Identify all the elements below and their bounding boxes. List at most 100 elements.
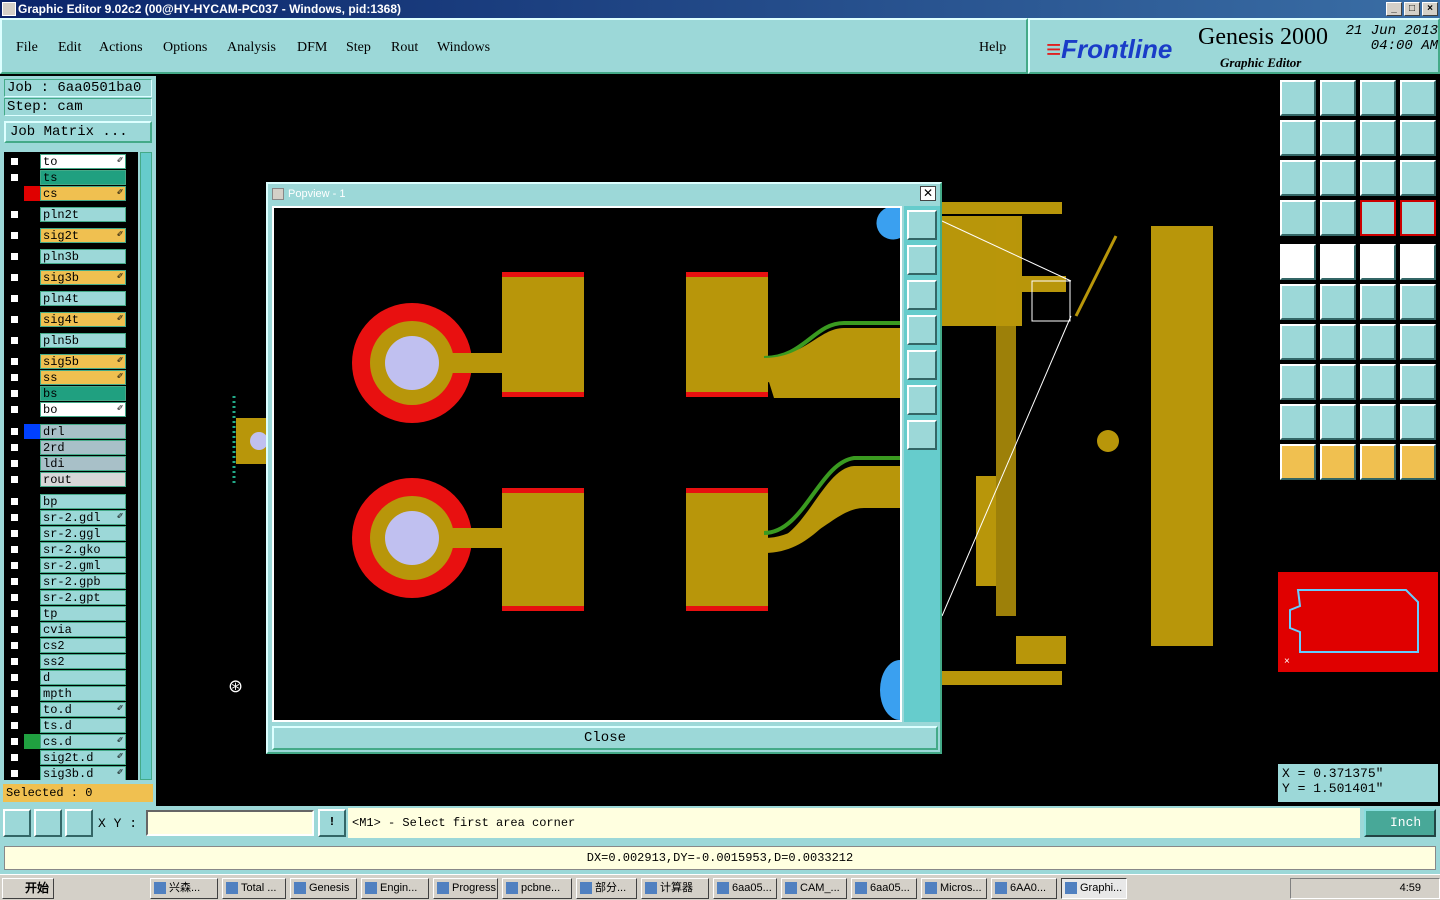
layer-row[interactable]: to ✐ [4, 154, 128, 169]
taskbar-item[interactable]: Total ... [222, 878, 286, 899]
tool-button-r9c2-icon[interactable] [1320, 404, 1356, 440]
tool-button-r7c2-icon[interactable] [1320, 324, 1356, 360]
popview-tool-1-icon[interactable] [907, 210, 937, 240]
menu-options[interactable]: Options [163, 40, 207, 56]
tool-button-r2c3-icon[interactable] [1360, 120, 1396, 156]
layer-checkbox[interactable] [9, 251, 20, 262]
layer-name[interactable]: sig2t.d ✐ [40, 750, 126, 765]
layer-checkbox[interactable] [9, 426, 20, 437]
layer-row[interactable]: ts.d [4, 718, 128, 733]
menu-rout[interactable]: Rout [391, 40, 418, 56]
tool-button-r7c4-icon[interactable] [1400, 324, 1436, 360]
layer-checkbox[interactable] [9, 496, 20, 507]
layer-row[interactable]: sr-2.gpb [4, 574, 128, 589]
layer-checkbox[interactable] [9, 356, 20, 367]
tool-button-r5c3-icon[interactable] [1360, 244, 1396, 280]
layer-checkbox[interactable] [9, 736, 20, 747]
grid-mode-icon[interactable] [65, 809, 93, 837]
tool-button-r9c3-icon[interactable] [1360, 404, 1396, 440]
minimize-button[interactable]: _ [1386, 2, 1402, 16]
layer-checkbox[interactable] [9, 188, 20, 199]
taskbar-item[interactable]: pcbne... [502, 878, 572, 899]
layer-row[interactable]: d [4, 670, 128, 685]
layer-color-swatch[interactable] [24, 386, 40, 401]
tool-button-r4c3-icon[interactable] [1360, 200, 1396, 236]
layer-checkbox[interactable] [9, 272, 20, 283]
layer-checkbox[interactable] [9, 720, 20, 731]
tool-button-r8c3-icon[interactable] [1360, 364, 1396, 400]
layer-color-swatch[interactable] [24, 249, 40, 264]
popview-canvas[interactable] [272, 206, 902, 722]
tool-button-r8c2-icon[interactable] [1320, 364, 1356, 400]
layer-checkbox[interactable] [9, 592, 20, 603]
layer-checkbox[interactable] [9, 458, 20, 469]
layer-color-swatch[interactable] [24, 333, 40, 348]
layer-name[interactable]: bp [40, 494, 126, 509]
maximize-button[interactable]: □ [1404, 2, 1420, 16]
layer-color-swatch[interactable] [24, 402, 40, 417]
tool-button-r3c4-icon[interactable] [1400, 160, 1436, 196]
layer-checkbox[interactable] [9, 544, 20, 555]
popview-pan-icon[interactable] [907, 420, 937, 450]
taskbar-item[interactable]: Genesis [290, 878, 357, 899]
layer-color-swatch[interactable] [24, 702, 40, 717]
layer-name[interactable]: cs2 [40, 638, 126, 653]
job-matrix-button[interactable]: Job Matrix ... [4, 121, 152, 143]
layer-checkbox[interactable] [9, 656, 20, 667]
layer-checkbox[interactable] [9, 314, 20, 325]
layer-color-swatch[interactable] [24, 510, 40, 525]
layer-name[interactable]: ldi [40, 456, 126, 471]
layer-name[interactable]: rout [40, 472, 126, 487]
layer-color-swatch[interactable] [24, 494, 40, 509]
layer-color-swatch[interactable] [24, 590, 40, 605]
layer-color-swatch[interactable] [24, 456, 40, 471]
layer-row[interactable]: tp [4, 606, 128, 621]
layer-color-swatch[interactable] [24, 766, 40, 780]
layer-row[interactable]: pln5b [4, 333, 128, 348]
layer-checkbox[interactable] [9, 293, 20, 304]
layer-color-swatch[interactable] [24, 558, 40, 573]
close-window-button[interactable]: × [1422, 2, 1438, 16]
popview-tool-3-icon[interactable] [907, 280, 937, 310]
tool-button-r10c1-icon[interactable] [1280, 444, 1316, 480]
layer-color-swatch[interactable] [24, 228, 40, 243]
layer-row[interactable]: drl [4, 424, 128, 439]
layer-checkbox[interactable] [9, 442, 20, 453]
layer-checkbox[interactable] [9, 624, 20, 635]
layer-name[interactable]: sr-2.gpt [40, 590, 126, 605]
layer-name[interactable]: drl [40, 424, 126, 439]
tool-button-r2c2-icon[interactable] [1320, 120, 1356, 156]
popview-close-button[interactable]: Close [272, 726, 938, 750]
taskbar-item[interactable]: CAM_... [781, 878, 847, 899]
layer-checkbox[interactable] [9, 688, 20, 699]
layer-row[interactable]: sig4t ✐ [4, 312, 128, 327]
layer-row[interactable]: pln3b [4, 249, 128, 264]
popview-tool-4-icon[interactable] [907, 315, 937, 345]
layer-checkbox[interactable] [9, 608, 20, 619]
layer-name[interactable]: pln4t [40, 291, 126, 306]
layer-name[interactable]: pln2t [40, 207, 126, 222]
layer-row[interactable]: pln4t [4, 291, 128, 306]
tool-button-r6c1-icon[interactable] [1280, 284, 1316, 320]
layer-list-scrollbar[interactable] [140, 152, 152, 780]
layer-color-swatch[interactable] [24, 354, 40, 369]
layer-checkbox[interactable] [9, 512, 20, 523]
layer-color-swatch[interactable] [24, 170, 40, 185]
layer-row[interactable]: rout [4, 472, 128, 487]
layer-name[interactable]: cs ✐ [40, 186, 126, 201]
tool-button-r2c1-icon[interactable] [1280, 120, 1316, 156]
layer-row[interactable]: ss2 [4, 654, 128, 669]
menu-edit[interactable]: Edit [58, 40, 81, 56]
popview-close-icon[interactable]: ✕ [920, 186, 936, 201]
layer-color-swatch[interactable] [24, 574, 40, 589]
layer-name[interactable]: to ✐ [40, 154, 126, 169]
layer-color-swatch[interactable] [24, 606, 40, 621]
layer-color-swatch[interactable] [24, 186, 40, 201]
tool-button-r1c4-icon[interactable] [1400, 80, 1436, 116]
tool-button-r4c1-icon[interactable] [1280, 200, 1316, 236]
layer-color-swatch[interactable] [24, 718, 40, 733]
layer-row[interactable]: sig5b ✐ [4, 354, 128, 369]
layer-name[interactable]: pln3b [40, 249, 126, 264]
layer-row[interactable]: sig2t ✐ [4, 228, 128, 243]
tool-button-r1c2-icon[interactable] [1320, 80, 1356, 116]
